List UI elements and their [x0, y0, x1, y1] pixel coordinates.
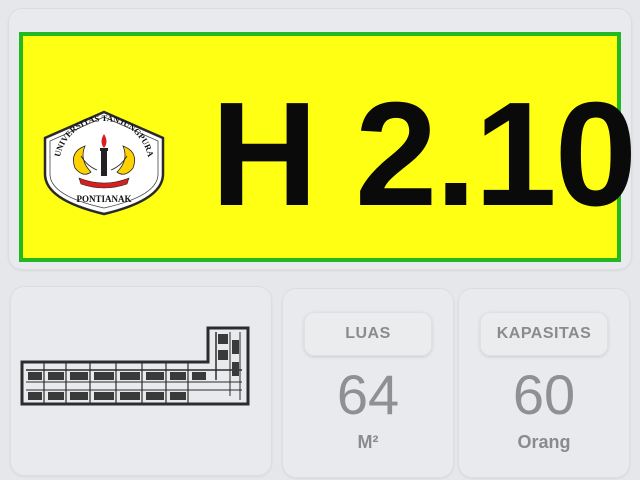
area-unit: M² — [357, 432, 379, 452]
capacity-value: 60 — [512, 363, 576, 426]
area-value: 64 — [336, 363, 400, 426]
room-code: H 2.10 — [211, 72, 637, 237]
logo-bottom-text: PONTIANAK — [76, 194, 131, 204]
capacity-unit: Orang — [517, 432, 571, 452]
room-plate: UNIVERSITAS TANJUNGPURA PONTIANAK H 2.10 — [19, 32, 637, 262]
area-panel: LUAS 64 M² — [282, 288, 454, 478]
area-label: LUAS — [304, 312, 432, 356]
floor-map-panel — [10, 286, 272, 476]
capacity-panel: KAPASITAS 60 Orang — [458, 288, 630, 478]
capacity-label: KAPASITAS — [480, 312, 608, 356]
university-logo-icon: UNIVERSITAS TANJUNGPURA PONTIANAK — [43, 110, 165, 216]
floor-plan-map-icon — [20, 326, 250, 406]
